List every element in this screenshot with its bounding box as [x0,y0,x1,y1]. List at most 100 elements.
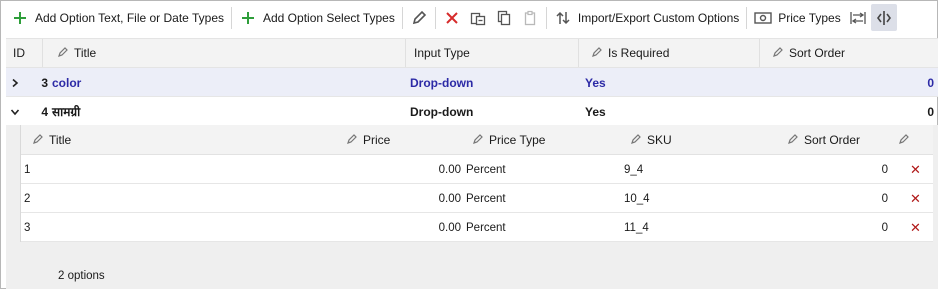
detail-column-header-price-type-label: Price Type [489,133,546,147]
option-price: 0.00 [438,163,461,176]
pencil-icon [899,133,910,147]
pencil-icon [631,133,642,147]
option-sku: 9_4 [624,163,644,176]
row-sort-order: 0 [927,75,934,90]
column-header-id[interactable]: ID [13,39,25,67]
row-title: सामग्री [52,105,81,119]
paste-button[interactable] [517,4,543,31]
delete-row-icon[interactable]: ✕ [910,184,921,213]
toolbar: Add Option Text, File or Date Types Add … [1,1,937,34]
collapse-arrow-icon[interactable] [10,97,20,126]
import-export-button[interactable]: Import/Export Custom Options [550,4,743,31]
option-price: 0.00 [438,221,461,234]
paste-icon [521,9,539,27]
option-price-type: Percent [466,221,506,234]
option-title: 3 [24,221,31,234]
detail-edit-column-header[interactable] [899,125,910,155]
option-sku: 10_4 [624,192,650,205]
option-sort-order: 0 [881,192,888,205]
column-header-is-required-label: Is Required [608,46,670,60]
options-count: 2 options [58,270,105,282]
pencil-icon [473,133,484,147]
price-types-label: Price Types [778,10,841,25]
detail-column-header-sku[interactable]: SKU [631,125,672,155]
column-separator [405,39,406,67]
pencil-icon [592,46,603,60]
custom-options-panel: Add Option Text, File or Date Types Add … [0,0,938,289]
detail-column-header-price-type[interactable]: Price Type [473,125,545,155]
add-select-types-button[interactable]: Add Option Select Types [235,4,399,31]
column-header-is-required[interactable]: Is Required [592,39,669,67]
plus-icon [11,9,29,27]
delete-button[interactable] [439,4,465,31]
plus-icon [239,9,257,27]
detail-column-header-title-label: Title [49,133,72,147]
pencil-icon [410,9,428,27]
copy-to-button[interactable] [465,4,491,31]
column-header-input-type-label: Input Type [414,46,470,60]
row-is-required: Yes [585,75,606,90]
detail-column-header-sort-order[interactable]: Sort Order [788,125,860,155]
pencil-icon [58,46,69,60]
add-option-types-button[interactable]: Add Option Text, File or Date Types [7,4,228,31]
delete-icon [443,9,461,27]
column-layout-button[interactable] [870,4,897,31]
toolbar-separator [401,6,403,29]
grid-header: ID Title Input Type Is Required Sort Ord… [6,38,938,68]
column-header-sort-order[interactable]: Sort Order [773,39,845,67]
detail-column-header-title[interactable]: Title [33,125,71,155]
copy-to-icon [469,9,487,27]
table-row[interactable]: 4 सामग्री Drop-down Yes 0 [6,97,938,126]
pencil-icon [347,133,358,147]
row-input-type: Drop-down [410,104,474,119]
detail-column-header-price-label: Price [363,133,391,147]
copy-button[interactable] [491,4,517,31]
detail-column-header-sort-order-label: Sort Order [804,133,861,147]
row-title: color [52,75,82,90]
option-row[interactable]: 1 0.00 Percent 9_4 0 ✕ [21,155,933,184]
detail-grid: Title Price Price Type SKU Sort Order 1 … [20,125,933,242]
pencil-icon [33,133,44,147]
table-row[interactable]: 3 color Drop-down Yes 0 [6,68,938,97]
import-export-icon [554,9,572,27]
copy-icon [495,9,513,27]
detail-column-header-sku-label: SKU [647,133,672,147]
toolbar-separator [746,6,748,29]
delete-row-icon[interactable]: ✕ [910,213,921,242]
column-header-title-label: Title [74,46,97,60]
fit-columns-button[interactable] [845,4,871,31]
edit-button[interactable] [406,4,432,31]
toolbar-separator [434,6,436,29]
detail-header: Title Price Price Type SKU Sort Order [21,125,933,155]
price-types-button[interactable]: Price Types [750,4,844,31]
detail-column-header-price[interactable]: Price [347,125,390,155]
row-id: 4 [41,104,48,119]
option-title: 1 [24,163,31,176]
row-id: 3 [41,75,48,90]
row-input-type: Drop-down [410,75,474,90]
delete-row-icon[interactable]: ✕ [910,155,921,184]
column-header-input-type[interactable]: Input Type [414,39,470,67]
column-header-sort-order-label: Sort Order [789,46,846,60]
expand-arrow-icon[interactable] [10,68,20,97]
option-sku: 11_4 [624,221,649,234]
option-row[interactable]: 2 0.00 Percent 10_4 0 ✕ [21,184,933,213]
option-price: 0.00 [438,192,461,205]
column-separator [42,39,43,67]
import-export-label: Import/Export Custom Options [577,10,740,25]
row-is-required: Yes [585,104,606,119]
detail-area: Title Price Price Type SKU Sort Order 1 … [6,125,938,289]
row-sort-order: 0 [927,104,934,119]
option-title: 2 [24,192,31,205]
add-option-types-label: Add Option Text, File or Date Types [35,10,224,25]
option-price-type: Percent [466,192,506,205]
pencil-icon [773,46,784,60]
column-separator [578,39,579,67]
toolbar-separator [545,6,547,29]
column-header-title[interactable]: Title [58,39,96,67]
split-columns-icon [875,9,893,27]
option-sort-order: 0 [881,163,888,176]
fit-width-icon [849,9,867,27]
option-row[interactable]: 3 0.00 Percent 11_4 0 ✕ [21,213,933,242]
option-sort-order: 0 [881,221,888,234]
